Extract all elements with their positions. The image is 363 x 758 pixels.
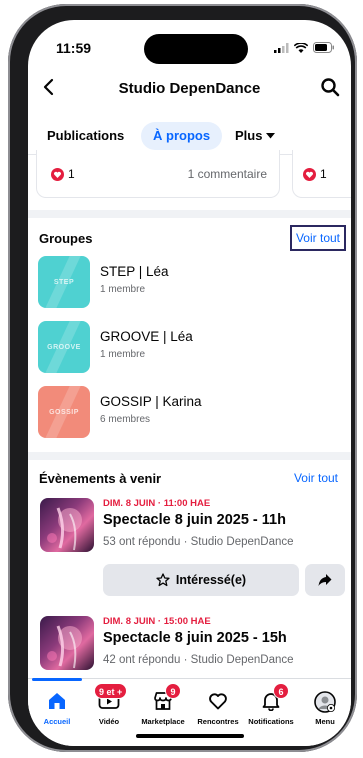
tab-plus[interactable]: Plus	[235, 122, 276, 150]
post-card[interactable]: 1	[292, 150, 351, 198]
share-button[interactable]	[305, 564, 345, 596]
tab-publications[interactable]: Publications	[47, 122, 124, 150]
signal-icon	[274, 42, 289, 53]
wifi-icon	[294, 42, 308, 53]
status-time: 11:59	[56, 40, 92, 56]
event-meta: 53 ont répondu · Studio DepenDance	[103, 536, 294, 548]
nav-item-rencontres[interactable]: Rencontres	[189, 679, 247, 739]
heart-icon	[209, 693, 227, 710]
page-header: Studio DepenDance	[28, 72, 351, 108]
group-item[interactable]: GOSSIP GOSSIP | Karina 6 membres	[28, 378, 351, 438]
notifications-badge: 6	[273, 683, 289, 699]
event-item[interactable]: DIM. 8 JUIN · 15:00 HAE Spectacle 8 juin…	[28, 616, 351, 676]
groups-see-all-link[interactable]: Voir tout	[289, 225, 347, 251]
event-cover-image	[40, 498, 94, 552]
post-card[interactable]: 1 1 commentaire	[36, 150, 280, 198]
event-title[interactable]: Spectacle 8 juin 2025 - 15h	[103, 630, 287, 646]
comment-count[interactable]: 1 commentaire	[188, 167, 267, 181]
star-outline-icon	[156, 573, 170, 587]
screen: 11:59 Studio DepenDance Publications À p…	[28, 20, 351, 746]
event-item[interactable]: DIM. 8 JUIN · 11:00 HAE Spectacle 8 juin…	[28, 498, 351, 598]
group-cover-image: GOSSIP	[38, 386, 90, 438]
group-name[interactable]: GOSSIP | Karina	[100, 394, 202, 409]
active-indicator	[32, 678, 82, 681]
nav-label: Menu	[315, 717, 335, 726]
heart-reaction-icon	[51, 167, 64, 181]
home-indicator	[136, 734, 244, 738]
avatar-icon	[314, 691, 336, 713]
event-date: DIM. 8 JUIN · 11:00 HAE	[103, 498, 211, 509]
group-item[interactable]: STEP STEP | Léa 1 membre	[28, 248, 351, 308]
section-divider	[28, 210, 351, 218]
share-arrow-icon	[318, 574, 332, 586]
home-icon	[49, 693, 65, 709]
nav-label: Rencontres	[197, 717, 239, 726]
video-badge: 9 et +	[94, 683, 128, 699]
group-member-count: 6 membres	[100, 414, 151, 425]
nav-item-menu[interactable]: Menu	[296, 679, 351, 739]
event-title[interactable]: Spectacle 8 juin 2025 - 11h	[103, 512, 286, 528]
nav-item-accueil[interactable]: Accueil	[28, 678, 86, 739]
group-member-count: 1 membre	[100, 284, 146, 295]
group-member-count: 1 membre	[100, 349, 146, 360]
heart-reaction-icon	[303, 167, 316, 181]
events-title: Évènements à venir	[39, 471, 162, 486]
profile-tabs: Publications À propos Plus	[28, 116, 351, 152]
events-see-all-link[interactable]: Voir tout	[294, 471, 338, 485]
interested-button-label: Intéressé(e)	[175, 573, 247, 587]
event-date: DIM. 8 JUIN · 15:00 HAE	[103, 616, 211, 627]
search-icon[interactable]	[319, 76, 341, 103]
battery-icon	[313, 42, 334, 53]
section-divider	[28, 452, 351, 460]
tab-a-propos[interactable]: À propos	[141, 122, 223, 150]
event-meta: 42 ont répondu · Studio DepenDance	[103, 654, 294, 666]
tab-plus-label: Plus	[235, 128, 263, 143]
group-cover-image: STEP	[38, 256, 90, 308]
events-header: Évènements à venir Voir tout	[28, 464, 351, 494]
nav-label: Notifications	[248, 717, 294, 726]
like-count-value: 1	[320, 167, 327, 181]
status-icons	[274, 42, 335, 53]
nav-item-video[interactable]: 9 et + Vidéo	[80, 679, 138, 739]
event-cover-image	[40, 616, 94, 670]
interested-button[interactable]: Intéressé(e)	[103, 564, 299, 596]
status-bar: 11:59	[28, 20, 351, 66]
group-name[interactable]: STEP | Léa	[100, 264, 169, 279]
page-title: Studio DepenDance	[118, 80, 261, 97]
like-count: 1	[303, 167, 327, 181]
phone-frame: 11:59 Studio DepenDance Publications À p…	[8, 4, 357, 752]
groups-title: Groupes	[39, 231, 93, 246]
marketplace-badge: 9	[165, 683, 181, 699]
group-name[interactable]: GROOVE | Léa	[100, 329, 193, 344]
nav-item-marketplace[interactable]: 9 Marketplace	[134, 679, 192, 739]
post-card-strip: 1 1 commentaire 1	[28, 150, 351, 204]
nav-label: Accueil	[43, 717, 71, 726]
group-cover-image: GROOVE	[38, 321, 90, 373]
nav-label: Vidéo	[98, 717, 120, 726]
dynamic-island	[144, 34, 248, 64]
nav-item-notifications[interactable]: 6 Notifications	[242, 679, 300, 739]
nav-label: Marketplace	[141, 717, 185, 726]
group-item[interactable]: GROOVE GROOVE | Léa 1 membre	[28, 313, 351, 373]
like-count-value: 1	[68, 167, 75, 181]
caret-down-icon	[266, 133, 276, 139]
like-count: 1	[51, 167, 75, 181]
